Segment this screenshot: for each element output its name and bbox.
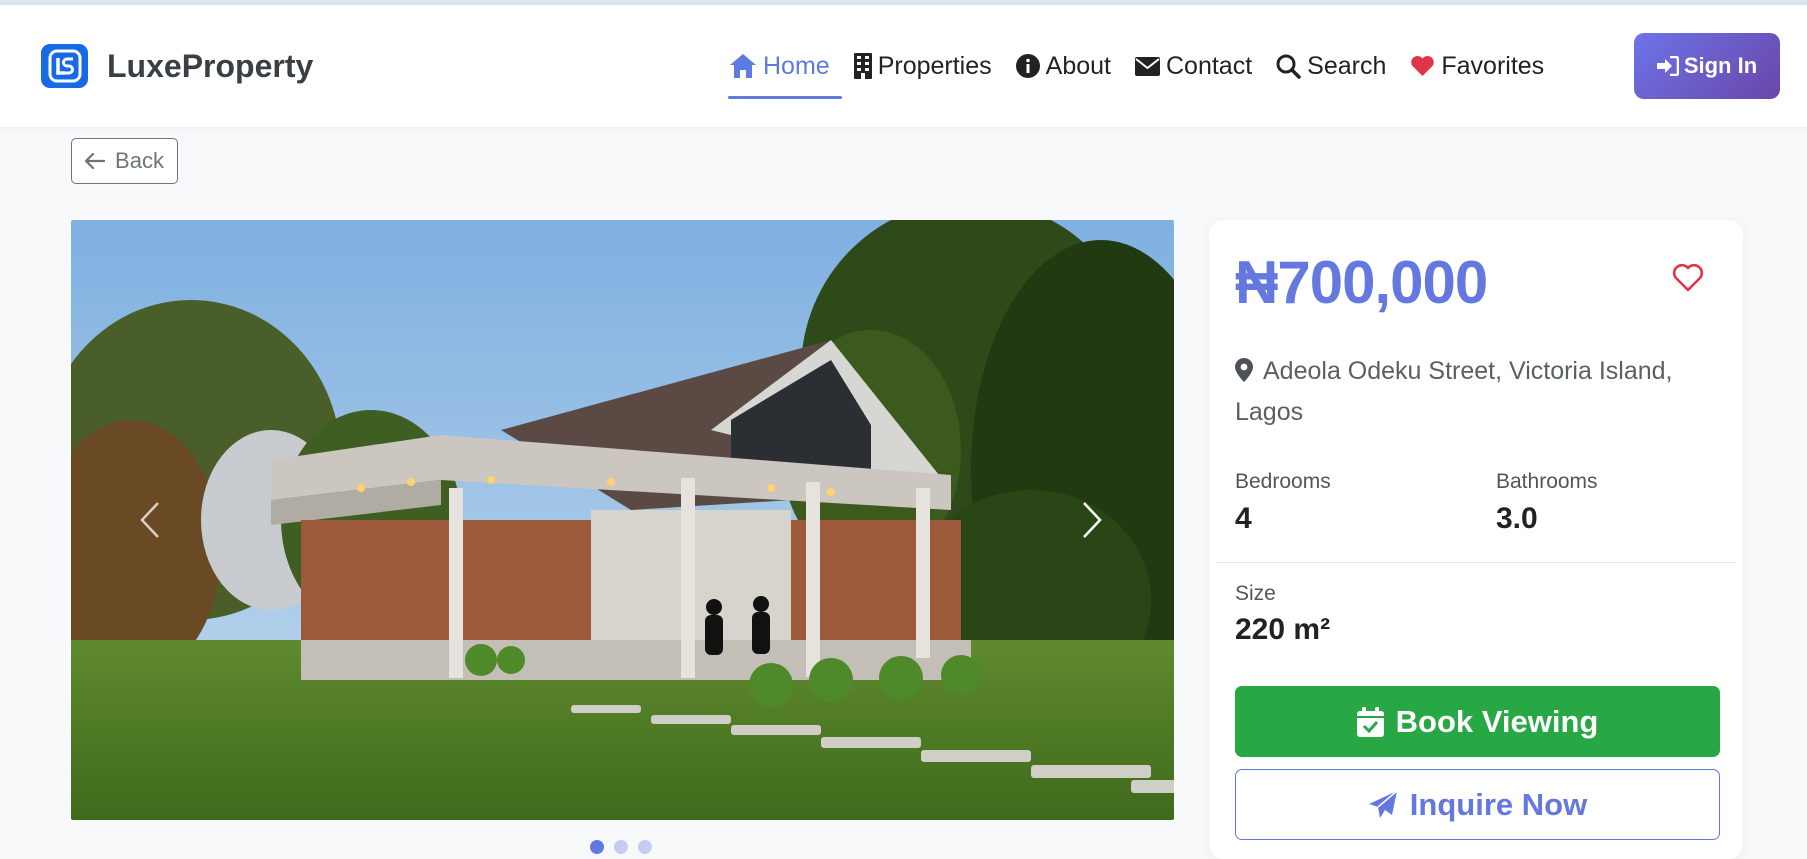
nav-contact[interactable]: Contact bbox=[1134, 33, 1253, 99]
divider bbox=[1216, 562, 1736, 563]
carousel-indicator-2[interactable] bbox=[614, 840, 628, 854]
property-address-text: Adeola Odeku Street, Victoria Island, La… bbox=[1235, 357, 1673, 426]
book-viewing-label: Book Viewing bbox=[1395, 703, 1599, 739]
size-value: 220 m² bbox=[1235, 613, 1331, 646]
carousel-next-button[interactable] bbox=[1072, 495, 1112, 545]
property-image-carousel[interactable] bbox=[71, 220, 1174, 820]
arrow-left-icon bbox=[85, 153, 106, 169]
brand-name: LuxeProperty bbox=[107, 47, 314, 84]
chevron-left-icon bbox=[140, 502, 159, 538]
inquire-now-button[interactable]: Inquire Now bbox=[1235, 769, 1720, 840]
nav-home[interactable]: Home bbox=[728, 33, 842, 99]
nav-about-label: About bbox=[1045, 51, 1111, 80]
book-viewing-button[interactable]: Book Viewing bbox=[1235, 686, 1720, 757]
navbar: LuxeProperty Home Properties About Conta… bbox=[0, 5, 1807, 127]
property-address: Adeola Odeku Street, Victoria Island, La… bbox=[1235, 352, 1715, 431]
bedrooms-label: Bedrooms bbox=[1235, 470, 1331, 493]
nav-home-label: Home bbox=[763, 51, 830, 80]
heart-icon bbox=[1410, 55, 1435, 77]
nav-about[interactable]: About bbox=[1015, 33, 1111, 99]
property-details-card: ₦700,000 Adeola Odeku Street, Victoria I… bbox=[1209, 220, 1743, 859]
heart-outline-icon bbox=[1672, 263, 1704, 292]
sign-in-icon bbox=[1656, 56, 1679, 76]
search-icon bbox=[1276, 54, 1301, 79]
nav-favorites[interactable]: Favorites bbox=[1410, 33, 1544, 99]
nav-search[interactable]: Search bbox=[1276, 33, 1386, 99]
envelope-icon bbox=[1134, 56, 1160, 76]
carousel-indicator-1[interactable] bbox=[590, 840, 604, 854]
info-icon bbox=[1015, 54, 1040, 78]
paper-plane-icon bbox=[1368, 789, 1398, 820]
sign-in-button[interactable]: Sign In bbox=[1634, 33, 1780, 99]
size-label: Size bbox=[1235, 582, 1276, 605]
bathrooms-value: 3.0 bbox=[1496, 502, 1538, 535]
calendar-check-icon bbox=[1356, 706, 1384, 737]
property-price: ₦700,000 bbox=[1235, 249, 1488, 316]
carousel-prev-button[interactable] bbox=[130, 495, 170, 545]
property-photo bbox=[71, 220, 1174, 820]
nav-properties-label: Properties bbox=[877, 51, 992, 80]
logo-icon bbox=[41, 44, 88, 88]
favorite-button[interactable] bbox=[1671, 262, 1705, 294]
sign-in-label: Sign In bbox=[1683, 53, 1758, 78]
back-label: Back bbox=[115, 148, 164, 173]
bedrooms-value: 4 bbox=[1235, 502, 1252, 535]
back-button[interactable]: Back bbox=[71, 138, 178, 184]
chevron-right-icon bbox=[1083, 502, 1102, 538]
carousel-indicators bbox=[590, 840, 662, 854]
carousel-indicator-3[interactable] bbox=[638, 840, 652, 854]
map-marker-icon bbox=[1235, 355, 1253, 393]
brand-logo[interactable]: LuxeProperty bbox=[41, 44, 313, 88]
nav-properties[interactable]: Properties bbox=[853, 33, 992, 99]
inquire-now-label: Inquire Now bbox=[1409, 786, 1588, 822]
building-icon bbox=[853, 53, 872, 79]
nav-search-label: Search bbox=[1307, 51, 1387, 80]
main-nav: Home Properties About Contact Search Fav… bbox=[728, 33, 1568, 99]
bathrooms-label: Bathrooms bbox=[1496, 470, 1598, 493]
home-icon bbox=[729, 53, 757, 79]
nav-contact-label: Contact bbox=[1165, 51, 1253, 80]
nav-favorites-label: Favorites bbox=[1441, 51, 1545, 80]
